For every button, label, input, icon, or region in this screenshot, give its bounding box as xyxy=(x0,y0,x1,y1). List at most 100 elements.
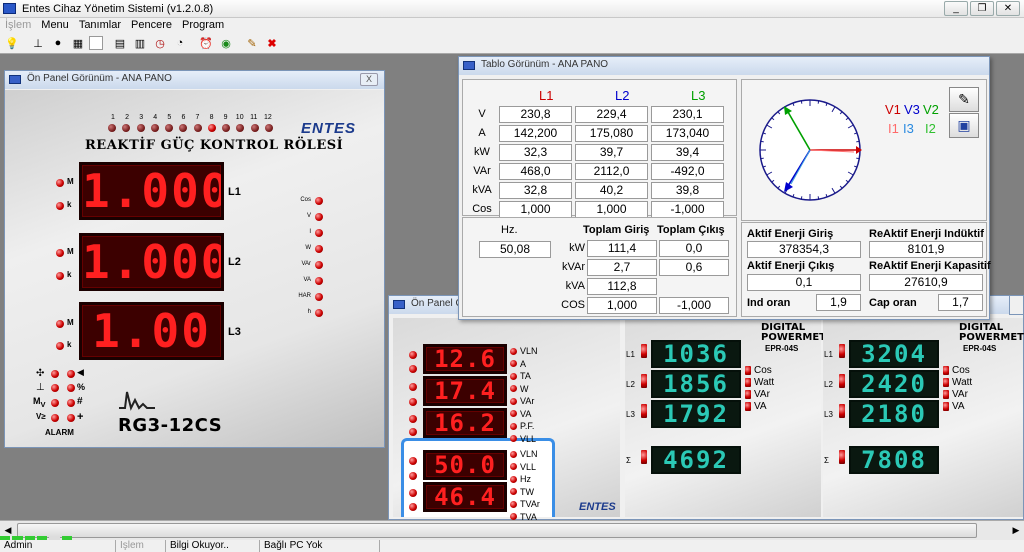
close-red-icon[interactable]: ✖ xyxy=(263,35,281,52)
measurement-cell: 32,3 xyxy=(499,144,572,161)
plug-icon[interactable]: ● xyxy=(49,35,67,52)
mv-icon: MV xyxy=(33,396,46,409)
legend-v1: V1 xyxy=(885,102,901,117)
legend-i2: I2 xyxy=(925,121,936,136)
label-k-1: k xyxy=(67,200,72,209)
measurement-cell: 40,2 xyxy=(575,182,648,199)
unit-label: VA xyxy=(952,400,965,412)
grid-icon[interactable]: ▦ xyxy=(69,35,87,52)
step-led xyxy=(150,124,159,132)
m2-display-3: 2180 xyxy=(849,400,939,428)
scroll-thumb[interactable] xyxy=(17,523,977,538)
table-window-title-bar[interactable]: Tablo Görünüm - ANA PANO xyxy=(459,57,989,75)
status-connection: Bağlı PC Yok xyxy=(260,540,380,552)
unit-label: VLL xyxy=(520,433,537,444)
menu-program[interactable]: Program xyxy=(177,18,229,33)
unit-label: TW xyxy=(520,486,534,497)
totals-row-label: kVA xyxy=(565,280,585,292)
display-l2: 1.000 xyxy=(79,233,224,291)
led-number: 11 xyxy=(250,114,258,121)
window-icon xyxy=(9,75,21,84)
clock-icon[interactable]: ◷ xyxy=(151,35,169,52)
labels-b-column: VLN VLL Hz TW TVAr TVA xyxy=(510,448,540,523)
app-icon xyxy=(3,3,16,14)
front-panel-window-2[interactable]: Ön Panel Görünüm 12.6 17.4 16.2 50.0 46.… xyxy=(388,295,1024,523)
menu-islem[interactable]: İşlem xyxy=(0,18,36,33)
measurement-cell: 39,4 xyxy=(651,144,724,161)
front-panel-window-1[interactable]: Ön Panel Görünüm - ANA PANO X 1234567891… xyxy=(4,70,385,448)
m2-display-1: 3204 xyxy=(849,340,939,368)
meter1-model: EPR-04S xyxy=(765,344,799,353)
m2-led-3 xyxy=(839,404,845,418)
window-close-button[interactable]: X xyxy=(360,73,378,86)
indicator-led xyxy=(315,245,323,253)
device-icon[interactable]: ⊥ xyxy=(29,35,47,52)
totals-out-cell: -1,000 xyxy=(659,297,729,314)
menu-menu[interactable]: Menu xyxy=(36,18,74,33)
measurement-row-label: kVA xyxy=(472,184,492,196)
minimize-button[interactable]: _ xyxy=(944,1,968,16)
totals-in-cell: 2,7 xyxy=(587,259,657,276)
indicator-label: VA xyxy=(303,277,311,283)
m1-line-3: L3 xyxy=(626,410,635,419)
measurement-cell: 2112,0 xyxy=(575,163,648,180)
blank-icon[interactable] xyxy=(89,36,103,50)
window-title-bar[interactable]: Ön Panel Görünüm - ANA PANO X xyxy=(5,71,384,89)
labels-a-column: VLN A TA W VAr VA P.F. VLL xyxy=(510,345,538,445)
restore-button[interactable]: ❐ xyxy=(970,1,994,16)
label-m-2: M xyxy=(67,247,74,256)
step-led xyxy=(264,124,273,132)
led-side-8 xyxy=(409,472,417,480)
measurement-table: L1 L2 L3 V 230,8 229,4 230,1 A 142,200 175,080… xyxy=(462,79,737,218)
globe-icon[interactable]: ◉ xyxy=(217,35,235,52)
meter2-model: EPR-04S xyxy=(963,344,997,353)
table-window-title: Tablo Görünüm - ANA PANO xyxy=(481,59,609,70)
gauge-icon[interactable]: ◔ xyxy=(171,35,189,52)
ind-oran-value: 1,9 xyxy=(816,294,861,311)
unit-label: VAr xyxy=(520,396,535,407)
m2-line-1: L1 xyxy=(824,350,833,359)
label-percent: % xyxy=(77,382,86,392)
label-led xyxy=(510,475,517,483)
bulb-icon[interactable]: 💡 xyxy=(3,35,21,52)
label-l1: L1 xyxy=(228,186,241,198)
toolbar: 💡 ⊥ ● ▦ ▤ ▥ ◷ ◔ ⏰ ◉ ✎ ✖ xyxy=(0,33,1024,54)
status-user: Admin xyxy=(0,540,116,552)
close-button[interactable]: ✕ xyxy=(996,1,1020,16)
m2-display-4: 7808 xyxy=(849,446,939,474)
label-led xyxy=(510,372,517,380)
calendar-icon[interactable]: ▤ xyxy=(111,35,129,52)
tools-button[interactable]: ✎ xyxy=(949,87,979,112)
scroll-right-arrow[interactable]: ▶ xyxy=(1008,522,1024,539)
save-button[interactable]: ▣ xyxy=(949,113,979,138)
powermeter-2: DIGITAL POWERMETER EPR-04S L1 L2 L3 Σ 32… xyxy=(823,318,1024,517)
led-v xyxy=(51,414,59,422)
table-icon[interactable]: ▥ xyxy=(131,35,149,52)
m1-led-4 xyxy=(641,450,647,464)
menu-pencere[interactable]: Pencere xyxy=(126,18,177,33)
led-number: 3 xyxy=(139,114,144,121)
model-label: RG3-12CS xyxy=(118,415,223,436)
label-l2: L2 xyxy=(228,256,241,268)
label-led xyxy=(510,435,517,443)
tools-icon[interactable]: ✎ xyxy=(243,35,261,52)
horizontal-scrollbar[interactable]: ◀ ▶ xyxy=(0,520,1024,540)
totals-header-out: Toplam Çıkış xyxy=(657,224,725,236)
m2-led-1 xyxy=(839,344,845,358)
unit-label: W xyxy=(520,383,529,394)
unit-label: Watt xyxy=(754,376,775,388)
label-led xyxy=(943,365,949,375)
status-progress xyxy=(0,536,72,540)
brand-logo-2: ENTES xyxy=(579,501,616,513)
menu-tanimlar[interactable]: Tanımlar xyxy=(74,18,126,33)
table-view-window[interactable]: Tablo Görünüm - ANA PANO L1 L2 L3 V 230,8… xyxy=(458,56,991,320)
step-led xyxy=(250,124,259,132)
alarm-clock-icon[interactable]: ⏰ xyxy=(197,35,215,52)
m1-display-2: 1856 xyxy=(651,370,741,398)
m2-display-2: 2420 xyxy=(849,370,939,398)
label-m-1: M xyxy=(67,177,74,186)
legend-v3: V3 xyxy=(904,102,920,117)
v-icon: V≥ xyxy=(36,412,46,421)
powermeter-1: DIGITAL POWERMETER EPR-04S L1 L2 L3 Σ 10… xyxy=(625,318,841,517)
unit-label: TVAr xyxy=(520,499,540,510)
